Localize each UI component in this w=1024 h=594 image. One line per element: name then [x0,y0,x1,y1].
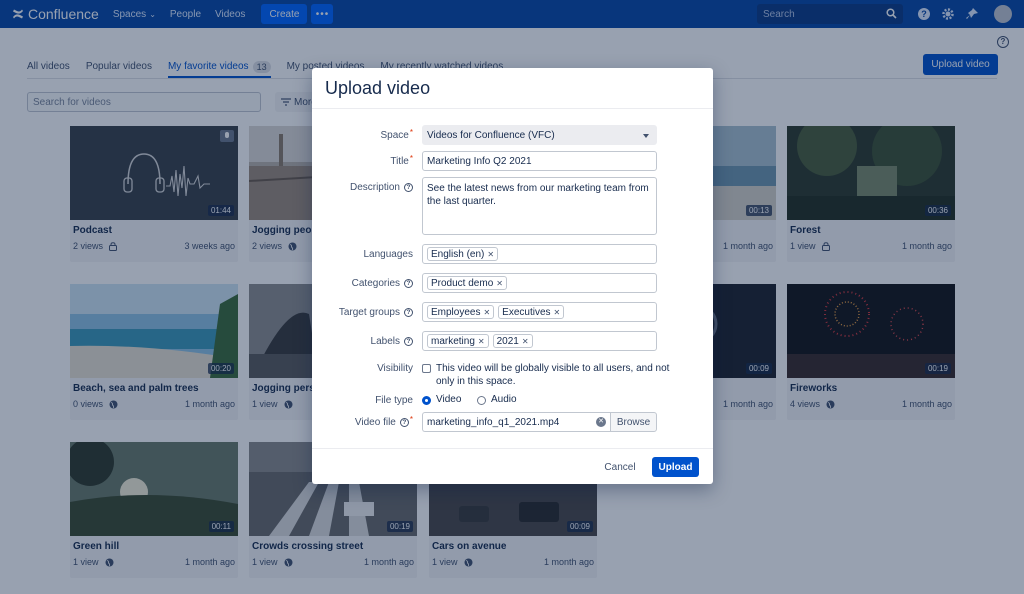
description-label-text: Description [349,182,400,193]
file-type-audio-radio[interactable] [477,396,486,405]
help-icon[interactable]: ? [404,279,413,288]
file-type-audio-label: Audio [491,394,517,405]
clear-file-icon[interactable]: ✕ [596,417,606,427]
chip-label: Executives [502,306,551,318]
video-file-label: Video file? * [354,415,413,428]
chip-label: Employees [431,306,481,318]
target-groups-label-text: Target groups [338,307,400,318]
space-select-value: Videos for Confluence (VFC) [427,129,555,141]
video-file-value: marketing_info_q1_2021.mp4 [427,416,560,428]
space-label: Space * [380,128,413,141]
chip-label: English (en) [431,248,485,260]
description-label: Description? [350,182,413,193]
video-file-input[interactable]: marketing_info_q1_2021.mp4 ✕ [422,412,610,432]
labels-input[interactable]: marketing ✕ 2021 ✕ [422,331,657,351]
dialog-title: Upload video [325,78,431,98]
title-label: Title * [390,154,413,167]
file-type-video-radio[interactable] [422,396,431,405]
languages-label: Languages [364,249,414,260]
languages-label-text: Languages [363,249,414,260]
dialog-footer-divider [312,448,713,449]
file-type-label-text: File type [375,395,413,406]
help-icon[interactable]: ? [399,418,409,427]
visibility-label: Visibility [377,363,413,374]
labels-label: Labels? [371,336,413,347]
labels-label-text: Labels [370,336,400,347]
remove-chip-icon[interactable]: ✕ [496,279,503,288]
label-chip: marketing ✕ [427,334,489,348]
target-groups-input[interactable]: Employees ✕ Executives ✕ [422,302,657,322]
cancel-button[interactable]: Cancel [597,457,643,477]
categories-input[interactable]: Product demo ✕ [422,273,657,293]
group-chip: Executives ✕ [498,305,565,319]
language-chip: English (en) ✕ [427,247,499,261]
label-chip: 2021 ✕ [492,334,533,348]
remove-chip-icon[interactable]: ✕ [478,337,485,346]
description-textarea[interactable]: See the latest news from our marketing t… [422,177,657,235]
languages-input[interactable]: English (en) ✕ [422,244,657,264]
visibility-label-text: Visibility [377,363,413,374]
required-marker: * [409,128,413,137]
title-label-text: Title [390,156,409,167]
global-visibility-checkbox[interactable] [422,364,431,373]
browse-button[interactable]: Browse [610,412,657,432]
file-type-video-label: Video [436,394,462,405]
chip-label: 2021 [496,335,519,347]
file-type-label: File type [375,395,413,406]
visibility-description: This video will be globally visible to a… [436,363,670,387]
description-textarea-value: See the latest news from our marketing t… [427,183,649,207]
required-marker: * [409,415,413,424]
help-icon[interactable]: ? [404,337,413,346]
remove-chip-icon[interactable]: ✕ [554,308,561,317]
title-input-value: Marketing Info Q2 2021 [427,155,532,167]
target-groups-label: Target groups? [339,307,413,318]
space-select[interactable]: Videos for Confluence (VFC) [422,125,657,145]
remove-chip-icon[interactable]: ✕ [483,308,490,317]
space-label-text: Space [380,130,409,141]
help-icon[interactable]: ? [404,183,413,192]
categories-label: Categories? [352,278,413,289]
remove-chip-icon[interactable]: ✕ [487,250,494,259]
required-marker: * [409,154,413,163]
chip-label: Product demo [431,277,494,289]
chip-label: marketing [431,335,475,347]
caret-down-icon [643,134,649,138]
video-file-label-text: Video file [354,417,396,428]
group-chip: Employees ✕ [427,305,495,319]
upload-submit-button[interactable]: Upload [652,457,699,477]
title-input[interactable]: Marketing Info Q2 2021 [422,151,657,171]
upload-video-dialog: Upload video Space * Videos for Confluenc… [312,68,713,484]
help-icon[interactable]: ? [404,308,413,317]
dialog-header-divider [312,108,713,109]
remove-chip-icon[interactable]: ✕ [522,337,529,346]
category-chip: Product demo ✕ [427,276,507,290]
categories-label-text: Categories [351,278,400,289]
